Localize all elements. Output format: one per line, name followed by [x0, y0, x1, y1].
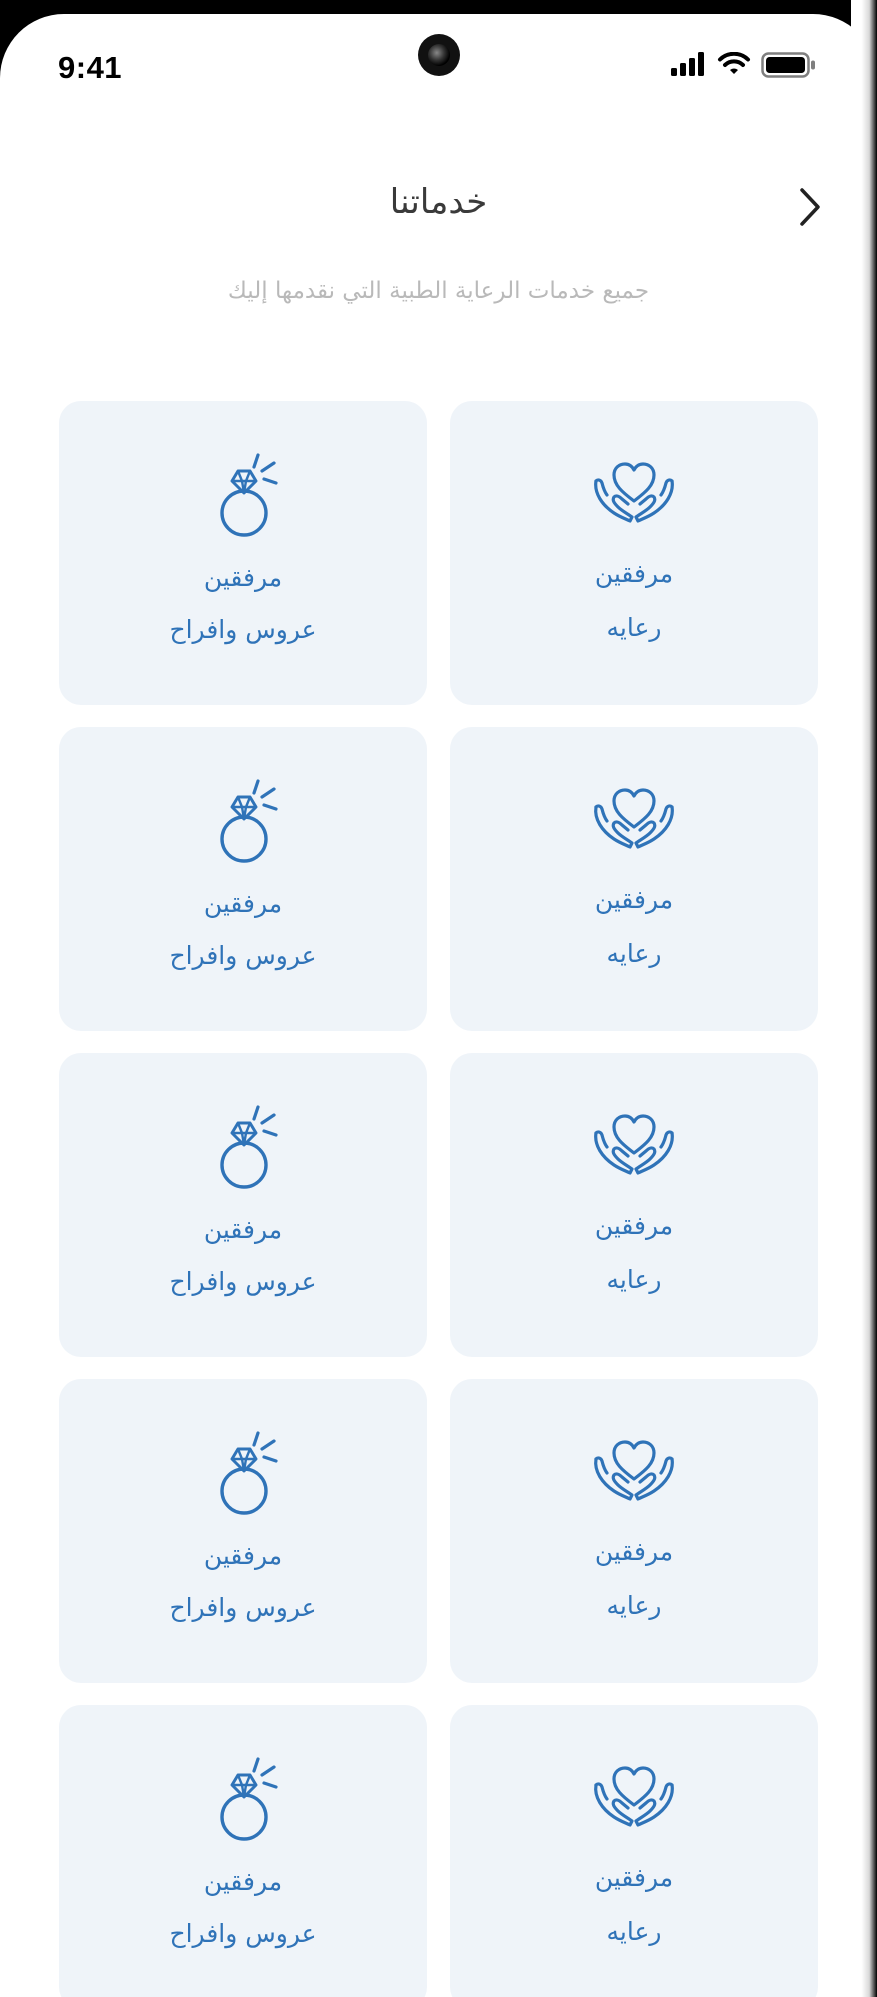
caring-hands-heart-icon — [592, 1759, 676, 1833]
service-card[interactable]: مرفقين عروس وافراح — [59, 1053, 427, 1357]
service-card[interactable]: مرفقين عروس وافراح — [59, 727, 427, 1031]
service-label-secondary: رعايه — [606, 1591, 662, 1620]
service-card[interactable]: مرفقين عروس وافراح — [59, 1379, 427, 1683]
service-label-secondary: رعايه — [606, 1917, 662, 1946]
service-label-secondary: عروس وافراح — [169, 941, 317, 970]
page-subtitle: جميع خدمات الرعاية الطبية التي نقدمها إل… — [227, 278, 650, 304]
page-title: خدماتنا — [389, 182, 488, 222]
phone-screen: 9:41 خدماتنا جميع خدمات الرعاية الطبية ا… — [0, 14, 877, 1997]
service-label-primary: مرفقين — [594, 1537, 674, 1566]
service-label-primary: مرفقين — [203, 1541, 283, 1570]
service-label-secondary: عروس وافراح — [169, 1593, 317, 1622]
diamond-ring-icon — [218, 451, 288, 545]
service-label-primary: مرفقين — [203, 1215, 283, 1244]
service-label-secondary: رعايه — [606, 1265, 662, 1294]
service-card[interactable]: مرفقين رعايه — [450, 1705, 818, 1997]
status-bar: 9:41 — [0, 14, 877, 124]
service-label-secondary: رعايه — [606, 613, 662, 642]
caring-hands-heart-icon — [592, 455, 676, 529]
caring-hands-heart-icon — [592, 1433, 676, 1507]
service-card[interactable]: مرفقين رعايه — [450, 1379, 818, 1683]
service-label-primary: مرفقين — [594, 885, 674, 914]
front-camera — [418, 34, 460, 76]
wifi-icon — [718, 52, 750, 74]
status-icons — [671, 52, 819, 82]
diamond-ring-icon — [218, 1755, 288, 1849]
service-label-secondary: عروس وافراح — [169, 615, 317, 644]
service-label-secondary: عروس وافراح — [169, 1267, 317, 1296]
service-card[interactable]: مرفقين عروس وافراح — [59, 401, 427, 705]
chevron-right-icon — [800, 188, 820, 226]
caring-hands-heart-icon — [592, 1107, 676, 1181]
service-label-primary: مرفقين — [594, 1863, 674, 1892]
service-card[interactable]: مرفقين رعايه — [450, 1053, 818, 1357]
service-label-secondary: رعايه — [606, 939, 662, 968]
caring-hands-heart-icon — [592, 781, 676, 855]
diamond-ring-icon — [218, 1429, 288, 1523]
status-time: 9:41 — [58, 50, 123, 85]
service-label-secondary: عروس وافراح — [169, 1919, 317, 1948]
service-label-primary: مرفقين — [594, 559, 674, 588]
service-label-primary: مرفقين — [594, 1211, 674, 1240]
battery-icon — [761, 52, 815, 78]
back-button[interactable] — [790, 182, 830, 232]
diamond-ring-icon — [218, 777, 288, 871]
service-card[interactable]: مرفقين رعايه — [450, 401, 818, 705]
service-card[interactable]: مرفقين رعايه — [450, 727, 818, 1031]
service-label-primary: مرفقين — [203, 563, 283, 592]
service-label-primary: مرفقين — [203, 889, 283, 918]
cellular-signal-icon — [671, 52, 704, 76]
service-label-primary: مرفقين — [203, 1867, 283, 1896]
service-card[interactable]: مرفقين عروس وافراح — [59, 1705, 427, 1997]
diamond-ring-icon — [218, 1103, 288, 1197]
